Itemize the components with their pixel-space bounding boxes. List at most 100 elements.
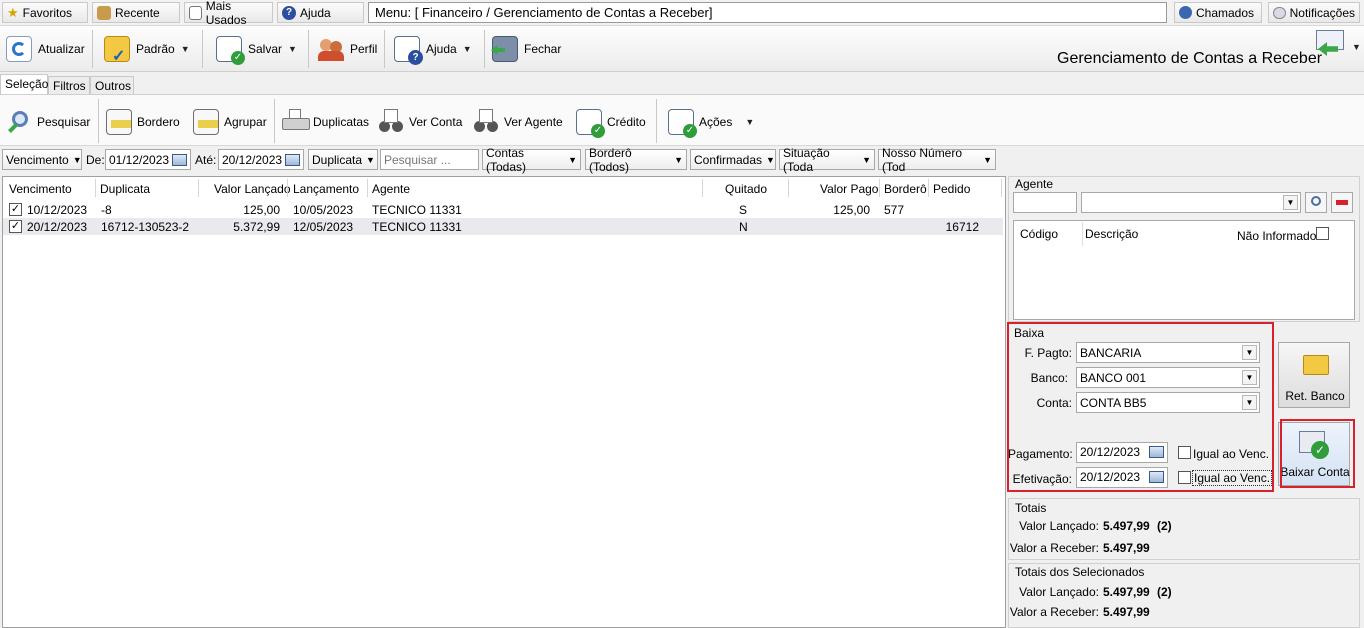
col-pedido[interactable]: Pedido: [933, 182, 970, 196]
situacao-select[interactable]: Situação (Toda ▼: [779, 146, 875, 174]
favoritos-label: Favoritos: [22, 5, 73, 20]
nosso-numero-select[interactable]: Nosso Número (Tod ▼: [878, 146, 996, 174]
tab-filtros[interactable]: Filtros: [48, 76, 90, 94]
notificacoes-button[interactable]: Notificações: [1268, 2, 1360, 23]
actions-document-icon: ✓: [668, 109, 697, 138]
baixar-conta-highlight: [1280, 419, 1355, 488]
recente-button[interactable]: Recente: [92, 2, 180, 23]
padrao-dropdown-icon[interactable]: ▼: [181, 44, 190, 54]
salvar-dropdown-icon[interactable]: ▼: [288, 44, 297, 54]
chevron-down-icon: ▼: [72, 154, 82, 165]
situacao-value: Situação (Toda: [783, 145, 830, 174]
totais-selecionados-group: Totais dos Selecionados Valor Lançado: 5…: [1008, 563, 1360, 628]
confirmadas-select[interactable]: Confirmadas ▼: [690, 149, 776, 170]
agente-group: Agente ▼ Código Descrição Não Informado: [1008, 176, 1360, 322]
acoes-button[interactable]: ✓ Ações ▼: [668, 105, 754, 139]
main-toolbar: Atualizar ✓ Padrão ▼ ✓ Salvar ▼ Perfil ?…: [0, 26, 1364, 72]
agrupar-button[interactable]: Agrupar: [193, 105, 267, 139]
atualizar-label: Atualizar: [38, 42, 85, 56]
search-input[interactable]: Pesquisar ...: [380, 149, 479, 170]
bordero-select[interactable]: Borderô (Todos) ▼: [585, 146, 687, 174]
ate-date-input[interactable]: 20/12/2023: [218, 149, 304, 170]
row-checkbox[interactable]: ✓: [9, 203, 22, 216]
cell-agente: TECNICO 11331: [372, 220, 462, 234]
nao-informado-checkbox[interactable]: [1316, 227, 1329, 240]
agente-list[interactable]: Código Descrição Não Informado: [1013, 220, 1355, 320]
mais-usados-label: Mais Usados: [205, 0, 247, 27]
chevron-down-icon: ▼: [983, 154, 992, 165]
ret-banco-label: Ret. Banco: [1285, 389, 1345, 403]
favoritos-button[interactable]: ★ Favoritos: [2, 2, 88, 23]
cell-lancamento: 10/05/2023: [293, 203, 354, 217]
salvar-button[interactable]: ✓ Salvar ▼: [216, 32, 297, 66]
notificacoes-label: Notificações: [1289, 5, 1355, 20]
totais-valor-receber-label: Valor a Receber:: [1009, 541, 1099, 555]
selection-toolbar: Pesquisar Bordero Agrupar Duplicatas Ver…: [0, 94, 1364, 146]
chamados-button[interactable]: Chamados: [1174, 2, 1262, 23]
agente-search-button[interactable]: [1305, 192, 1327, 213]
calendar-icon[interactable]: [285, 153, 300, 166]
credito-label: Crédito: [607, 115, 646, 129]
accounts-grid[interactable]: Vencimento Duplicata Valor Lançado Lança…: [2, 176, 1006, 628]
col-valor-lancado[interactable]: Valor Lançado: [214, 182, 291, 196]
ajuda-dropdown-icon[interactable]: ▼: [463, 44, 472, 54]
col-vencimento[interactable]: Vencimento: [9, 182, 72, 196]
confirmadas-value: Confirmadas: [694, 152, 763, 167]
sel-valor-receber-label: Valor a Receber:: [1009, 605, 1099, 619]
ajuda-button[interactable]: ? Ajuda ▼: [394, 32, 472, 66]
acoes-dropdown-icon[interactable]: ▼: [745, 117, 754, 127]
perfil-button[interactable]: Perfil: [318, 32, 377, 66]
chevron-down-icon: ▼: [366, 154, 375, 165]
totais-title: Totais: [1015, 501, 1047, 515]
ver-conta-button[interactable]: Ver Conta: [378, 105, 462, 139]
title-dropdown-icon[interactable]: ▼: [1352, 42, 1361, 52]
duplicatas-button[interactable]: Duplicatas: [282, 105, 369, 139]
agente-remove-button[interactable]: [1331, 192, 1353, 213]
row-checkbox[interactable]: ✓: [9, 220, 22, 233]
binoculars-icon: [378, 109, 404, 135]
cell-duplicata: 16712-130523-2: [101, 220, 190, 234]
folder-check-icon: ✓: [104, 36, 130, 65]
agente-select[interactable]: ▼: [1081, 192, 1301, 213]
chevron-down-icon: ▼: [1283, 195, 1298, 210]
ver-agente-button[interactable]: Ver Agente: [473, 105, 563, 139]
date-field-select[interactable]: Vencimento ▼: [2, 149, 82, 170]
menu-path: Menu: [ Financeiro / Gerenciamento de Co…: [368, 2, 1167, 23]
calendar-icon[interactable]: [172, 153, 187, 166]
fechar-button[interactable]: Fechar: [491, 32, 561, 66]
bordero-button[interactable]: Bordero: [106, 105, 180, 139]
col-quitado[interactable]: Quitado: [725, 182, 767, 196]
credito-button[interactable]: ✓ Crédito: [576, 105, 646, 139]
perfil-label: Perfil: [350, 42, 378, 56]
doc-type-select[interactable]: Duplicata ▼: [308, 149, 378, 170]
cell-vencimento: 20/12/2023: [27, 220, 88, 234]
sel-valor-lancado-label: Valor Lançado:: [1019, 585, 1099, 599]
page-title: Gerenciamento de Contas a Receber: [1057, 50, 1323, 67]
col-valor-pago[interactable]: Valor Pago: [820, 182, 878, 196]
col-duplicata[interactable]: Duplicata: [100, 182, 150, 196]
screen-arrow-icon[interactable]: [1316, 30, 1346, 58]
tab-selecao[interactable]: Seleção: [0, 74, 48, 94]
table-row[interactable]: ✓ 10/12/2023 -8 125,00 10/05/2023 TECNIC…: [3, 201, 1003, 218]
tab-outros[interactable]: Outros: [90, 76, 134, 94]
de-date-input[interactable]: 01/12/2023: [105, 149, 191, 170]
save-icon: ✓: [216, 36, 245, 65]
user-icon: [1179, 6, 1192, 19]
col-agente[interactable]: Agente: [372, 182, 410, 196]
cell-quitado: S: [739, 203, 748, 217]
table-row[interactable]: ✓ 20/12/2023 16712-130523-2 5.372,99 12/…: [3, 218, 1003, 235]
ajuda-top-button[interactable]: ? Ajuda: [277, 2, 364, 23]
refresh-icon: [6, 36, 32, 62]
padrao-button[interactable]: ✓ Padrão ▼: [104, 32, 190, 66]
col-bordero[interactable]: Borderô: [884, 182, 927, 196]
ret-banco-button[interactable]: Ret. Banco: [1278, 342, 1350, 408]
atualizar-button[interactable]: Atualizar: [6, 32, 85, 66]
mais-usados-button[interactable]: Mais Usados: [184, 0, 273, 27]
contas-value: Contas (Todas): [486, 145, 527, 174]
agente-code-input[interactable]: [1013, 192, 1077, 213]
col-lancamento[interactable]: Lançamento: [293, 182, 359, 196]
magnifier-icon: [1311, 196, 1321, 206]
pesquisar-button[interactable]: Pesquisar: [6, 105, 90, 139]
chamados-label: Chamados: [1196, 5, 1255, 20]
contas-select[interactable]: Contas (Todas) ▼: [482, 146, 581, 174]
